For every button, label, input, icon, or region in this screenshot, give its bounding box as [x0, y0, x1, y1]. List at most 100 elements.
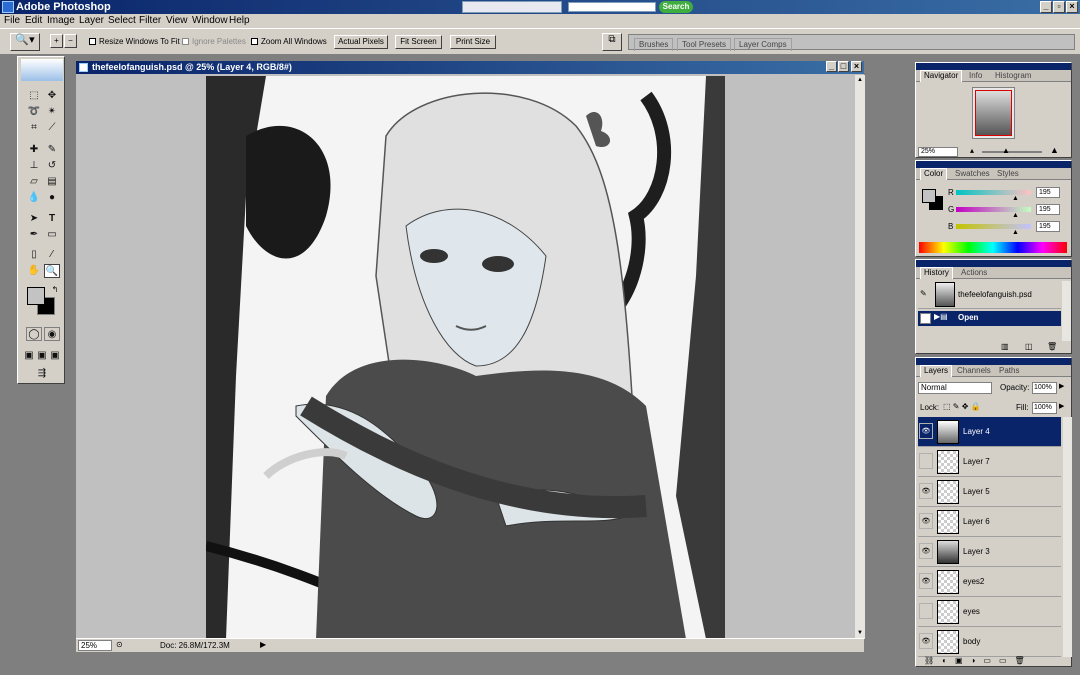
- menu-file[interactable]: File: [4, 15, 20, 26]
- healing-brush-icon[interactable]: ✚: [26, 143, 42, 157]
- jump-to-imageready-icon[interactable]: ⇶: [28, 367, 56, 381]
- history-scrollbar[interactable]: [1062, 281, 1071, 341]
- brush-icon[interactable]: ✎: [44, 143, 60, 157]
- status-menu-arrow-icon[interactable]: ▶: [260, 640, 266, 649]
- restore-button[interactable]: ▫: [1053, 1, 1065, 13]
- screen-mode-standard-icon[interactable]: ▣: [23, 349, 35, 363]
- tab-styles[interactable]: Styles: [994, 169, 1022, 178]
- menu-image[interactable]: Image: [47, 15, 75, 26]
- standard-mode-icon[interactable]: ◯: [26, 327, 42, 341]
- zoom-in-large-icon[interactable]: ▲: [1050, 145, 1059, 155]
- zoom-out-small-icon[interactable]: ▴: [970, 146, 974, 155]
- menu-edit[interactable]: Edit: [25, 15, 42, 26]
- color-b-value[interactable]: 195: [1036, 221, 1060, 232]
- tab-histogram[interactable]: Histogram: [992, 71, 1034, 80]
- zoom-in-icon[interactable]: +: [50, 34, 63, 48]
- history-panel-header[interactable]: [916, 260, 1071, 267]
- zoom-out-icon[interactable]: −: [64, 34, 77, 48]
- quick-mask-icon[interactable]: ◉: [44, 327, 60, 341]
- tab-navigator[interactable]: Navigator: [920, 70, 963, 82]
- visibility-eye-icon[interactable]: 👁: [919, 423, 933, 439]
- lasso-icon[interactable]: ➰: [26, 105, 42, 119]
- layer-action-icons[interactable]: ⛓◐▣◑▭▭🗑: [924, 656, 1033, 665]
- menu-filter[interactable]: Filter: [139, 15, 161, 26]
- layer-row[interactable]: 👁 Layer 4: [918, 417, 1061, 447]
- navigator-slider-thumb[interactable]: ▲: [1002, 146, 1010, 155]
- layer-row[interactable]: 👁 eyes2: [918, 567, 1061, 597]
- opacity-arrow-icon[interactable]: ▶: [1059, 382, 1064, 390]
- history-step-row[interactable]: ▶▤ Open: [918, 311, 1061, 326]
- color-g-value[interactable]: 195: [1036, 204, 1060, 215]
- close-button[interactable]: ×: [1066, 1, 1078, 13]
- minimize-button[interactable]: _: [1040, 1, 1052, 13]
- crop-icon[interactable]: ⌗: [26, 121, 42, 135]
- tab-history[interactable]: History: [920, 267, 953, 279]
- layer-row[interactable]: 👁 Layer 5: [918, 477, 1061, 507]
- type-icon[interactable]: T: [44, 212, 60, 226]
- history-step-source-box[interactable]: [920, 313, 931, 324]
- scroll-down-icon[interactable]: ▼: [856, 629, 864, 637]
- tab-swatches[interactable]: Swatches: [952, 169, 993, 178]
- layer-row[interactable]: eyes: [918, 597, 1061, 627]
- layers-panel-header[interactable]: [916, 358, 1071, 365]
- zoom-all-windows-checkbox[interactable]: Zoom All Windows: [251, 37, 327, 46]
- visibility-eye-icon[interactable]: 👁: [919, 543, 933, 559]
- history-snapshot-row[interactable]: ✎ thefeelofanguish.psd: [918, 281, 1061, 309]
- shape-icon[interactable]: ▭: [44, 228, 60, 242]
- actual-pixels-button[interactable]: Actual Pixels: [334, 35, 388, 49]
- menu-select[interactable]: Select: [108, 15, 136, 26]
- fit-screen-button[interactable]: Fit Screen: [395, 35, 442, 49]
- artwork-canvas[interactable]: [206, 76, 725, 639]
- resize-windows-checkbox[interactable]: Resize Windows To Fit: [89, 37, 180, 46]
- blur-icon[interactable]: 💧: [26, 191, 42, 205]
- tab-info[interactable]: Info: [966, 71, 985, 80]
- navigator-panel-header[interactable]: [916, 63, 1071, 70]
- visibility-eye-icon[interactable]: [919, 453, 933, 469]
- history-brush-source-icon[interactable]: ✎: [920, 289, 927, 298]
- zoom-icon[interactable]: 🔍: [44, 264, 60, 278]
- foreground-color-swatch[interactable]: [27, 287, 45, 305]
- gradient-icon[interactable]: ▤: [44, 175, 60, 189]
- navigator-zoom-field[interactable]: 25%: [918, 147, 958, 157]
- color-r-value[interactable]: 195: [1036, 187, 1060, 198]
- tab-layers[interactable]: Layers: [920, 365, 953, 377]
- menu-layer[interactable]: Layer: [79, 15, 104, 26]
- new-snapshot-icon[interactable]: ◫: [1025, 342, 1033, 351]
- color-r-slider[interactable]: [956, 190, 1031, 195]
- doc-maximize-button[interactable]: □: [838, 61, 849, 72]
- marquee-icon[interactable]: ⬚: [26, 89, 42, 103]
- search-button[interactable]: Search: [659, 1, 693, 13]
- menu-window[interactable]: Window: [192, 15, 228, 26]
- visibility-eye-icon[interactable]: 👁: [919, 573, 933, 589]
- visibility-eye-icon[interactable]: 👁: [919, 513, 933, 529]
- lock-icons[interactable]: ⬚ ✎ ✥ 🔒: [943, 402, 981, 411]
- path-selection-icon[interactable]: ➤: [26, 212, 42, 226]
- search-input[interactable]: [568, 2, 656, 12]
- tab-color[interactable]: Color: [920, 168, 948, 180]
- color-spectrum-ramp[interactable]: [919, 242, 1067, 253]
- document-vertical-scrollbar[interactable]: ▲ ▼: [854, 75, 865, 639]
- tab-actions[interactable]: Actions: [958, 268, 990, 277]
- slice-icon[interactable]: ⟋: [44, 121, 60, 135]
- document-title-bar[interactable]: thefeelofanguish.psd @ 25% (Layer 4, RGB…: [76, 61, 864, 74]
- file-browser-icon[interactable]: ⧉: [602, 33, 622, 51]
- feather-logo[interactable]: [21, 59, 63, 81]
- magic-wand-icon[interactable]: ✴: [44, 105, 60, 119]
- zoom-tool-preset[interactable]: 🔍▾: [10, 33, 40, 51]
- notes-icon[interactable]: ▯: [26, 248, 42, 262]
- document-zoom-field[interactable]: 25%: [78, 640, 112, 651]
- ignore-palettes-checkbox[interactable]: Ignore Palettes: [182, 37, 246, 46]
- print-size-button[interactable]: Print Size: [450, 35, 496, 49]
- navigator-thumbnail[interactable]: [972, 87, 1015, 139]
- well-tab-tool-presets[interactable]: Tool Presets: [677, 38, 732, 51]
- move-icon[interactable]: ✥: [44, 89, 60, 103]
- visibility-eye-icon[interactable]: [919, 603, 933, 619]
- visibility-eye-icon[interactable]: 👁: [919, 633, 933, 649]
- doc-close-button[interactable]: ×: [851, 61, 862, 72]
- well-tab-layer-comps[interactable]: Layer Comps: [734, 38, 792, 51]
- menu-help[interactable]: Help: [229, 15, 250, 26]
- layer-row[interactable]: 👁 Layer 3: [918, 537, 1061, 567]
- color-g-slider[interactable]: [956, 207, 1031, 212]
- tab-paths[interactable]: Paths: [996, 366, 1022, 375]
- new-document-from-state-icon[interactable]: ▥: [1001, 342, 1009, 351]
